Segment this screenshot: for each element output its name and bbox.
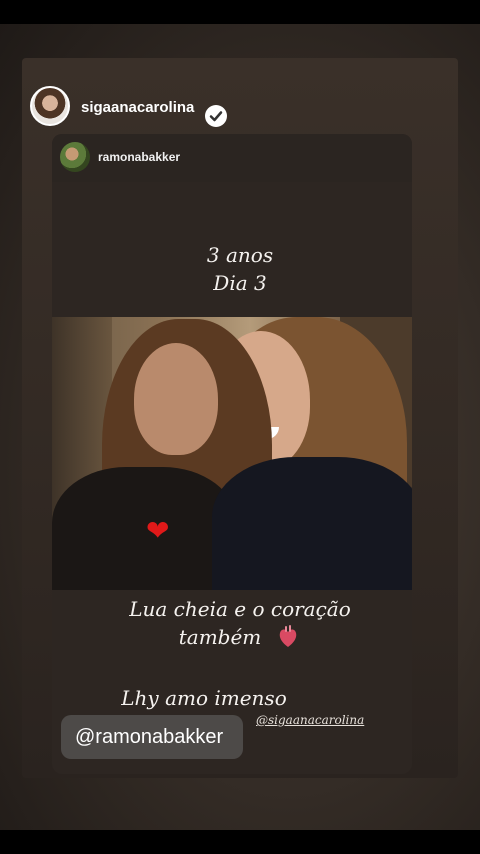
status-bar-bottom: [0, 830, 480, 854]
anatomical-heart-icon: [279, 625, 297, 647]
mention-sticker[interactable]: @ramonabakker: [61, 715, 243, 759]
post-photo[interactable]: [52, 317, 412, 590]
photo-face-left: [134, 343, 218, 455]
status-bar-top: [0, 0, 480, 24]
verified-badge-icon: [205, 105, 227, 127]
avatar[interactable]: [30, 86, 70, 126]
story-text-line2: Dia 3: [213, 271, 267, 295]
mention-small-sticker[interactable]: @sigaanacarolina: [256, 713, 364, 727]
story-username[interactable]: sigaanacarolina: [81, 99, 194, 116]
caption-line3: Lhy amo imenso: [121, 686, 287, 710]
photo-body-left: [52, 467, 237, 590]
photo-body-right: [212, 457, 412, 590]
story-text-line1: 3 anos: [206, 243, 274, 267]
red-heart-icon: ❤: [146, 515, 170, 546]
caption-line1: Lua cheia e o coração: [129, 597, 351, 621]
caption-line2: também: [178, 625, 262, 649]
reshared-avatar[interactable]: [60, 142, 90, 172]
reshared-username[interactable]: ramonabakker: [98, 150, 180, 164]
